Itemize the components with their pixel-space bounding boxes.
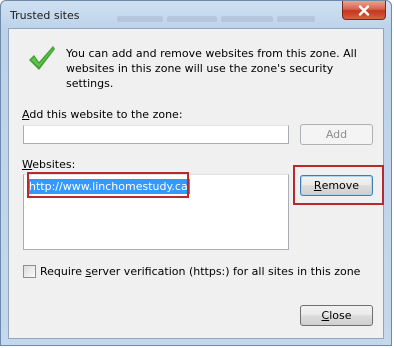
close-rest: lose [329, 309, 352, 322]
add-website-input[interactable] [23, 125, 289, 144]
verify-label-rest: erver verification (https:) for all site… [91, 265, 361, 278]
highlight-box-site [27, 172, 189, 198]
add-website-label: Add this website to the zone: [22, 108, 183, 121]
websites-label-rest: ebsites: [32, 158, 76, 171]
background-ghost-text [221, 16, 273, 22]
window-close-button[interactable] [342, 1, 386, 20]
close-accel: C [321, 309, 330, 322]
close-icon [358, 4, 370, 16]
title-bar[interactable]: Trusted sites [1, 1, 391, 29]
highlight-box-remove [293, 165, 384, 205]
background-ghost-text [167, 16, 217, 22]
window-title: Trusted sites [10, 9, 80, 22]
close-button[interactable]: Close [300, 305, 373, 326]
dialog-client-area: You can add and remove websites from thi… [8, 28, 384, 339]
background-ghost-text [117, 16, 163, 22]
dialog-window: Trusted sites You can add and remove web… [0, 0, 392, 346]
background-ghost-text [277, 16, 315, 22]
checkmark-icon [29, 46, 55, 70]
websites-label: Websites: [22, 158, 75, 171]
server-verification-checkbox[interactable] [23, 265, 36, 278]
server-verification-label[interactable]: Require server verification (https:) for… [40, 265, 360, 278]
verify-label-prefix: Require [40, 265, 86, 278]
add-button-label: Add [325, 128, 348, 141]
add-label-rest: dd this website to the zone: [29, 108, 183, 121]
add-button[interactable]: Add [300, 124, 373, 145]
websites-label-accel: W [22, 158, 33, 171]
info-message: You can add and remove websites from thi… [66, 47, 357, 90]
